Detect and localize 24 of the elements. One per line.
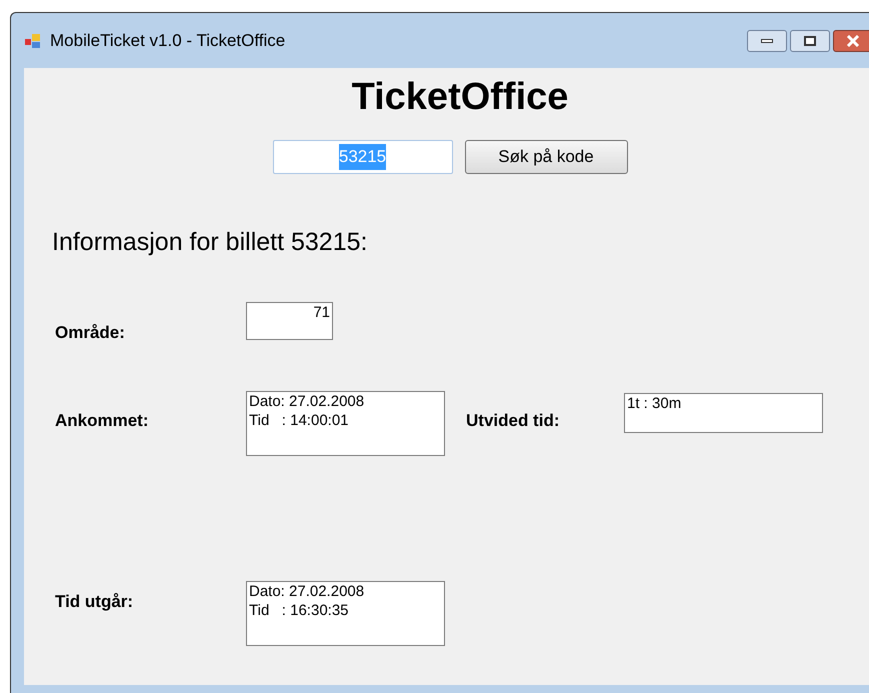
box-text-line: Tid : 14:00:01 [249,411,350,430]
box-text-line: Dato: 27.02.2008 [249,582,366,601]
close-button[interactable] [833,30,869,52]
app-icon [24,32,42,50]
box-text-line: Dato: 27.02.2008 [249,392,366,411]
text-box[interactable]: 1t : 30m [624,393,823,433]
field-label: Ankommet: [55,410,150,432]
close-icon [846,34,860,46]
search-button[interactable]: Søk på kode [464,140,628,174]
box-text-line: 71 [312,302,330,322]
text-box[interactable]: Dato: 27.02.2008 Tid : 14:00:01 [246,391,445,456]
minimize-button[interactable] [747,30,787,52]
field-label: Område: [55,322,126,344]
text-box[interactable]: 71 [246,302,333,340]
field-label: Utvided tid: [466,410,560,432]
maximize-button[interactable] [790,30,830,52]
box-text-line: Tid : 16:30:35 [249,601,350,620]
field-label: Tid utgår: [55,591,134,613]
code-value: 53215 [338,144,386,170]
info-heading: Informasjon for billett 53215: [52,227,368,258]
window-title: MobileTicket v1.0 - TicketOffice [50,30,286,52]
text-box[interactable]: Dato: 27.02.2008 Tid : 16:30:35 [246,581,445,646]
box-text-line: 1t : 30m [627,394,682,413]
app-heading: TicketOffice [352,75,568,120]
